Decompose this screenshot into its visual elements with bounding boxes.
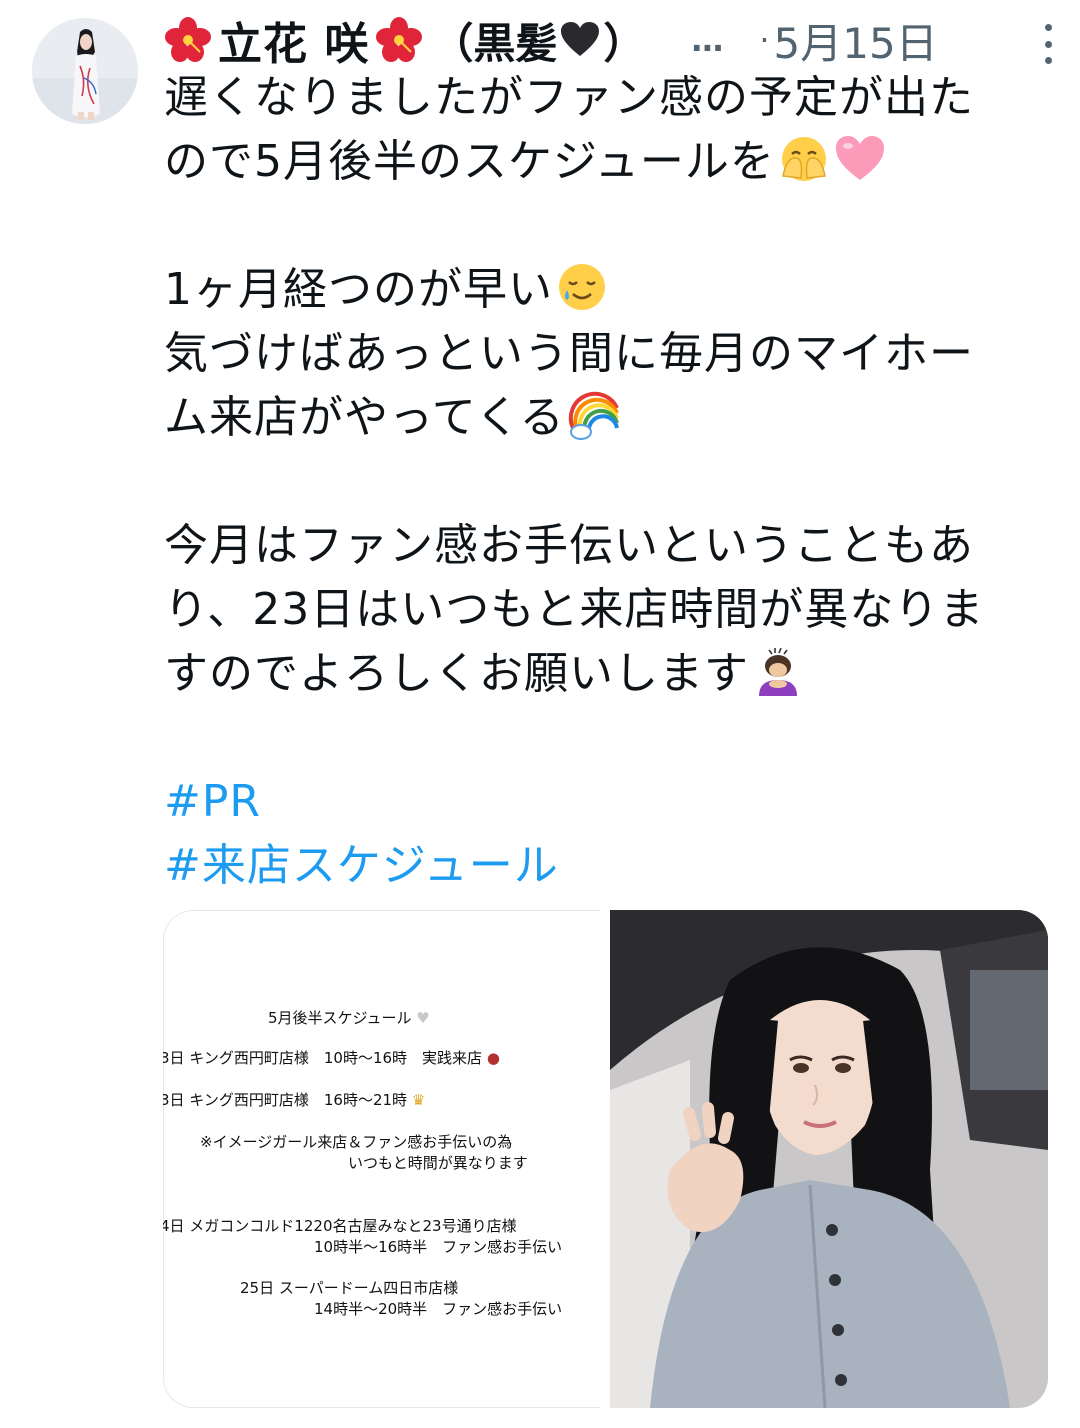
schedule-title: 5月後半スケジュール ♥ — [268, 1009, 430, 1027]
text-line: すのでよろしくお願いします — [164, 642, 1054, 706]
tweet[interactable]: 立花 咲 （黒髪 ） … · 5月15日 遅くなりましたがファン感の予定が出た … — [0, 0, 1080, 1428]
schedule-row: 25日 スーパードーム四日市店様 — [240, 1279, 459, 1297]
display-name[interactable]: 立花 咲 — [218, 8, 369, 72]
selfie-photo[interactable] — [610, 910, 1048, 1408]
schedule-note: ※イメージガール来店＆ファン感お手伝いの為 — [200, 1133, 513, 1151]
schedule-note: いつもと時間が異なります — [348, 1154, 528, 1172]
rainbow-emoji — [568, 391, 619, 440]
tweet-header: 立花 咲 （黒髪 ） … · 5月15日 — [164, 10, 1060, 70]
hibiscus-icon — [165, 17, 211, 62]
tweet-date[interactable]: 5月15日 — [774, 10, 938, 71]
name-truncation: … — [691, 21, 724, 59]
schedule-image[interactable]: 5月後半スケジュール ♥ 3日 キング西円町店様 10時〜16時 実践来店 ● … — [163, 910, 600, 1408]
smiling-face-with-tear-emoji — [559, 264, 605, 310]
text-line: 1ヶ月経つのが早い — [164, 258, 1054, 322]
black-heart-icon — [561, 22, 600, 56]
hibiscus-icon — [376, 17, 423, 62]
text-line: 遅くなりましたがファン感の予定が出た — [164, 72, 974, 123]
pink-heart-emoji — [835, 136, 884, 180]
text-line: り、23日はいつもと来店時間が異なりま — [164, 584, 985, 635]
schedule-row: 10時半〜16時半 ファン感お手伝い — [314, 1238, 563, 1256]
media-grid: 5月後半スケジュール ♥ 3日 キング西円町店様 10時〜16時 実践来店 ● … — [163, 910, 1048, 1408]
text-line: ム来店がやってくる — [164, 386, 1054, 450]
display-name-close: ） — [603, 18, 646, 68]
more-vertical-icon[interactable] — [1036, 24, 1060, 64]
avatar[interactable] — [32, 18, 138, 124]
hands-over-mouth-emoji — [781, 137, 826, 181]
schedule-row: 4日 メガコンコルド1220名古屋みなと23号通り店様 — [163, 1217, 517, 1235]
schedule-row: 3日 キング西円町店様 10時〜16時 実践来店 ● — [163, 1049, 500, 1067]
text-line: 気づけばあっという間に毎月のマイホー — [164, 328, 974, 379]
hashtag-link[interactable]: #PR — [164, 770, 1054, 834]
separator-dot: · — [759, 21, 770, 59]
schedule-row: 14時半〜20時半 ファン感お手伝い — [314, 1300, 563, 1318]
tweet-text: 遅くなりましたがファン感の予定が出た ので5月後半のスケジュールを 1ヶ月経つの… — [164, 66, 1054, 898]
display-name-suffix[interactable]: （黒髪 — [431, 10, 557, 71]
text-line: ので5月後半のスケジュールを — [164, 130, 1054, 194]
text-line: 今月はファン感お手伝いということもあ — [164, 520, 974, 571]
schedule-row: 3日 キング西円町店様 16時〜21時 ♛ — [163, 1091, 426, 1109]
hashtag-link[interactable]: #来店スケジュール — [164, 834, 1054, 898]
person-bowing-emoji — [759, 647, 797, 696]
